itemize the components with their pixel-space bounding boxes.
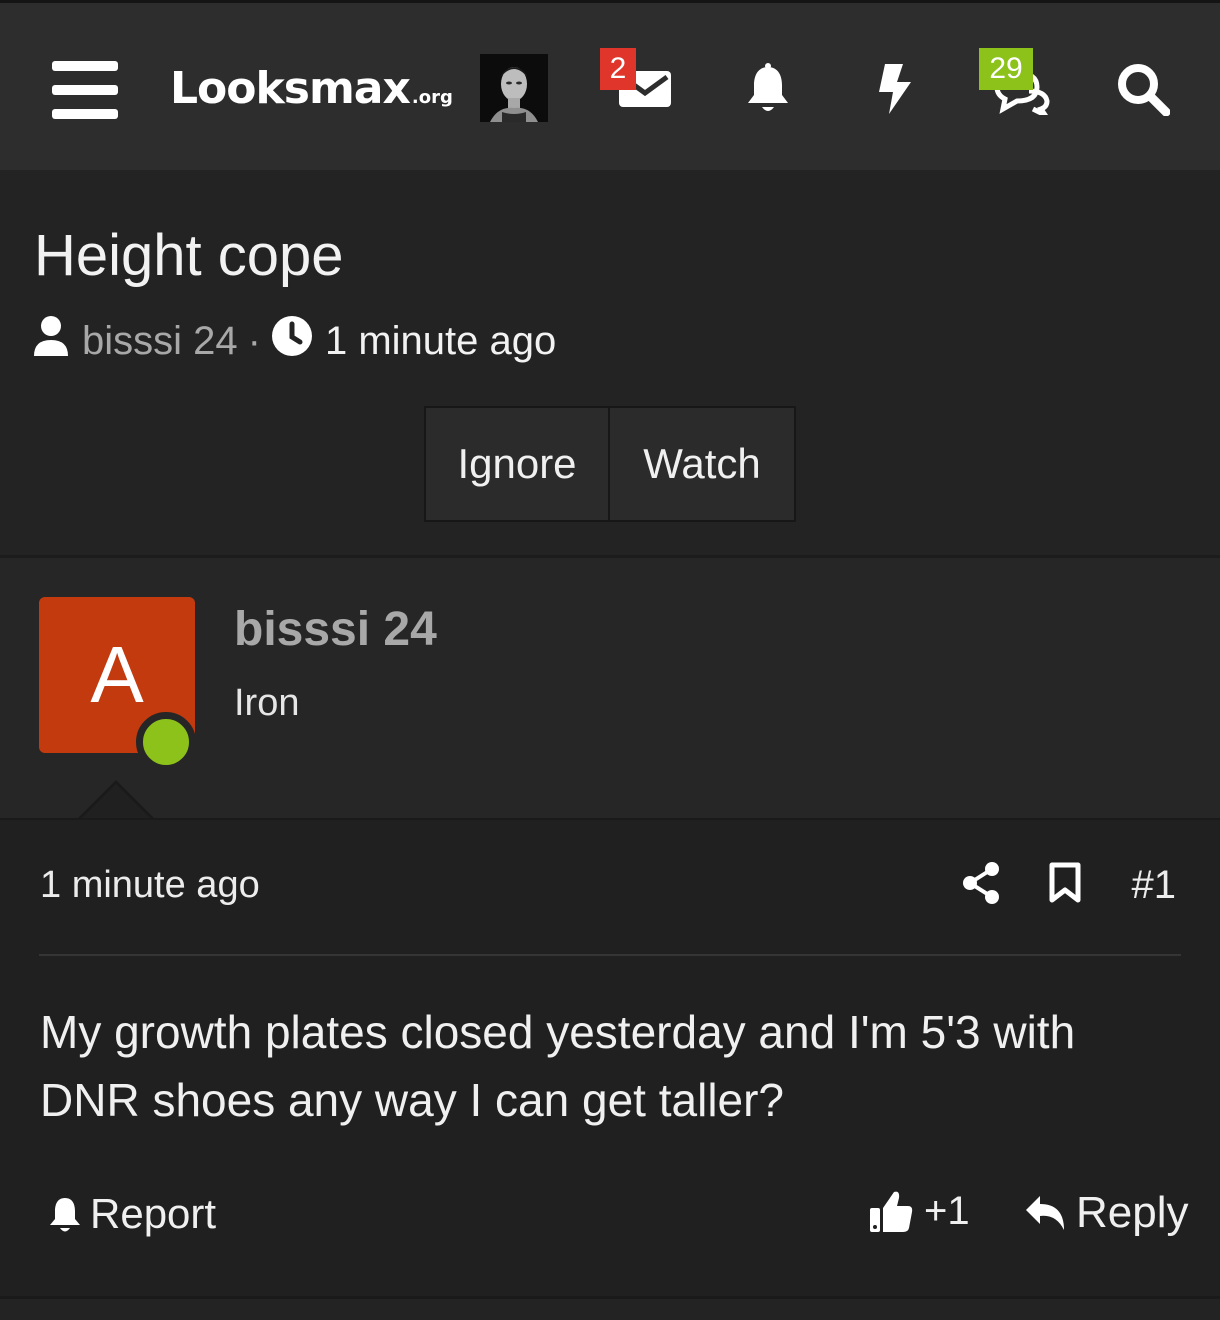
menu-icon[interactable] [52,61,118,119]
poster-username[interactable]: bisssi 24 [234,602,437,657]
top-navigation-bar: Looksmax .org 2 29 [0,0,1220,170]
logo-suffix: .org [411,87,453,108]
report-label: Report [90,1190,217,1237]
reply-label: Reply [1076,1188,1189,1237]
post-body: 1 minute ago #1 My growth plates closed … [0,818,1220,1296]
report-button[interactable]: Report [48,1190,216,1238]
poster-user-title: Iron [234,682,300,724]
clock-icon [271,315,313,367]
bottom-divider [0,1296,1220,1320]
thread-author[interactable]: bisssi 24 [82,319,238,364]
search-icon[interactable] [1110,59,1176,119]
lightning-icon[interactable] [862,59,928,119]
conversations-badge: 29 [979,48,1033,90]
thread-header: Height cope bisssi 24 · 1 minute ago Ign… [0,170,1220,556]
post-top-actions: #1 [962,860,1177,910]
post-number-link[interactable]: #1 [1132,863,1177,908]
share-icon[interactable] [962,861,1000,909]
thread-time[interactable]: 1 minute ago [325,319,556,364]
post-time[interactable]: 1 minute ago [40,864,260,907]
user-icon [32,314,70,368]
logo-text: Looksmax [170,63,411,114]
thread-meta: bisssi 24 · 1 minute ago [32,316,556,366]
bookmark-icon[interactable] [1048,862,1082,909]
post-header-divider [39,954,1181,956]
post-message: My growth plates closed yesterday and I'… [40,1006,1076,1126]
reply-button[interactable]: Reply [1024,1188,1189,1238]
thread-title: Height cope [34,223,344,288]
user-avatar-nav[interactable] [480,54,548,122]
thread-action-buttons: Ignore Watch [424,406,796,522]
like-count: +1 [924,1188,970,1233]
post-user-info: A bisssi 24 Iron [0,558,1220,820]
watch-button[interactable]: Watch [610,408,794,520]
bell-icon[interactable] [735,59,801,119]
site-logo[interactable]: Looksmax .org [170,61,453,117]
like-button[interactable]: +1 [868,1188,970,1234]
online-status-indicator [136,712,196,772]
meta-separator: · [247,318,261,363]
message-pointer [80,784,152,820]
ignore-button[interactable]: Ignore [426,408,610,520]
inbox-badge: 2 [600,48,636,90]
post-footer: Report +1 Reply [0,1180,1220,1250]
